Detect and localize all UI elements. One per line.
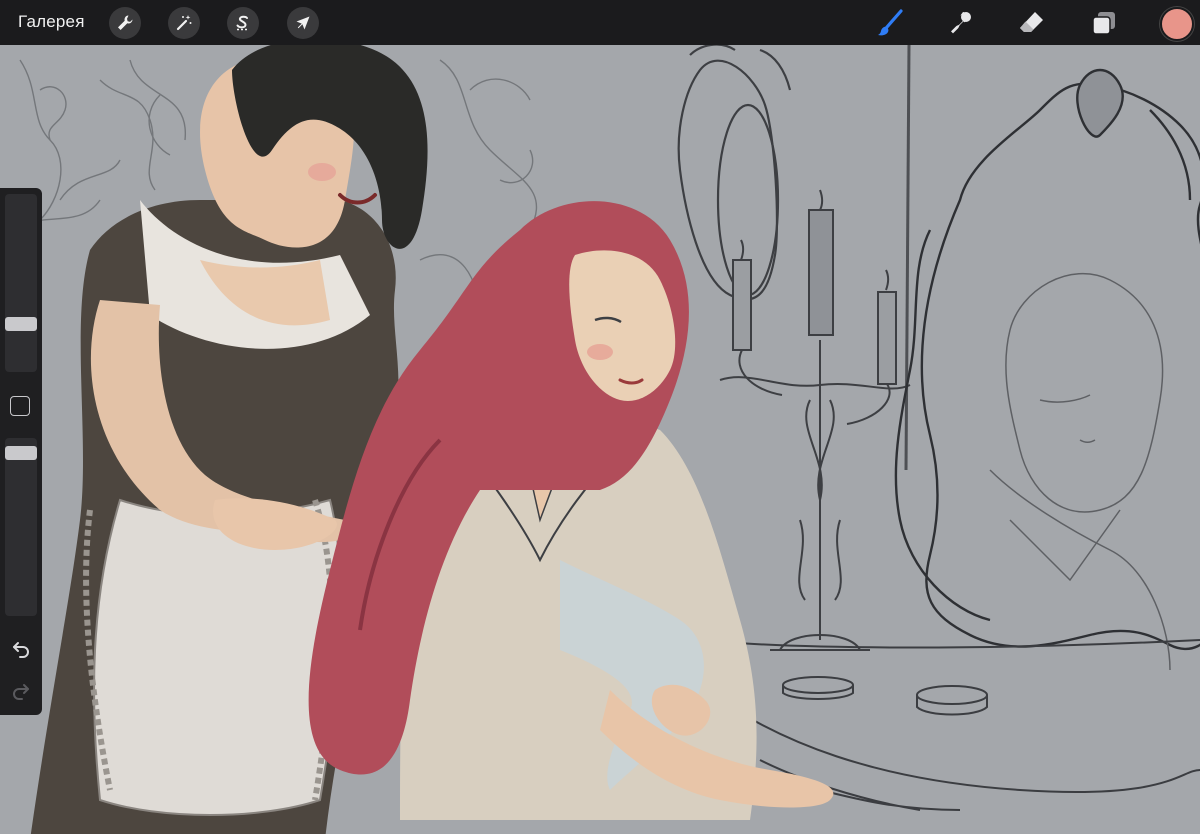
brush-tool-button[interactable] <box>873 6 907 40</box>
candelabra-sketch <box>719 189 911 651</box>
selection-button[interactable] <box>227 7 259 39</box>
reflection-sketch <box>989 272 1171 671</box>
brush-size-slider-thumb[interactable] <box>5 317 37 331</box>
vanity-mirror-sketch <box>894 68 1200 651</box>
brush-icon <box>878 9 903 36</box>
gallery-button[interactable]: Галерея <box>18 12 85 32</box>
undo-icon[interactable] <box>11 638 31 658</box>
eraser-tool-button[interactable] <box>1015 6 1049 40</box>
top-toolbar: Галерея <box>0 0 1200 45</box>
wrench-icon <box>118 15 133 30</box>
layers-button[interactable] <box>1087 6 1121 40</box>
actions-button[interactable] <box>109 7 141 39</box>
magic-wand-icon <box>176 15 192 31</box>
redo-icon[interactable] <box>11 680 31 700</box>
transform-button[interactable] <box>287 7 319 39</box>
layers-icon <box>1092 12 1115 35</box>
adjustments-button[interactable] <box>168 7 200 39</box>
brush-size-slider[interactable] <box>5 194 37 372</box>
arrow-cursor-icon <box>296 16 310 30</box>
smudge-tool-button[interactable] <box>944 6 978 40</box>
color-swatch[interactable] <box>1160 7 1194 41</box>
eraser-icon <box>1020 12 1043 32</box>
left-sidebar <box>0 188 42 715</box>
smudge-icon <box>951 12 971 34</box>
opacity-slider[interactable] <box>5 438 37 616</box>
selection-s-icon <box>236 15 248 31</box>
opacity-slider-thumb[interactable] <box>5 446 37 460</box>
wall-divider-line <box>904 45 911 471</box>
drawing-canvas[interactable] <box>0 45 1200 834</box>
modify-button[interactable] <box>10 396 30 416</box>
